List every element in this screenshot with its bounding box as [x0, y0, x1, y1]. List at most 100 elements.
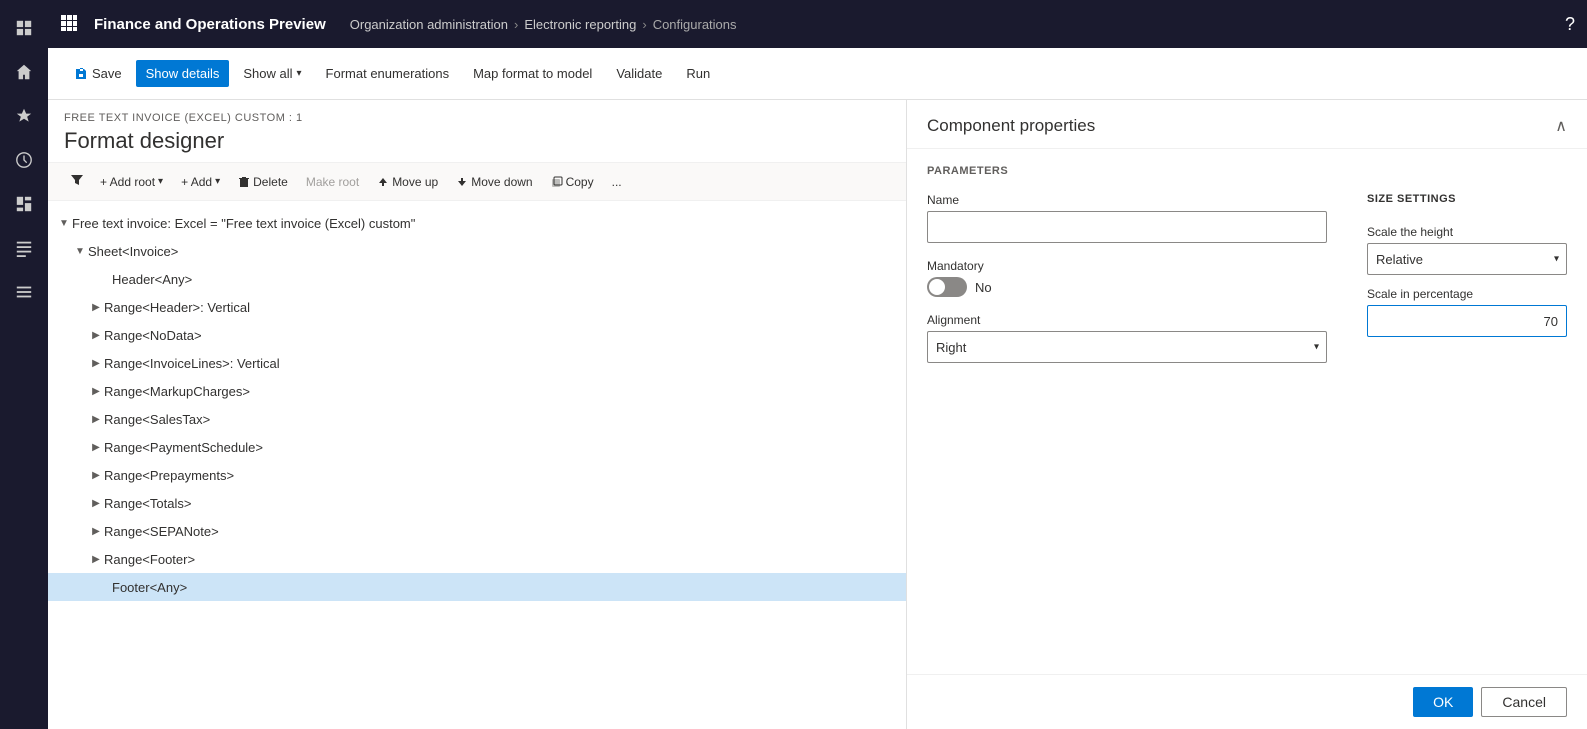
- move-down-button[interactable]: Move down: [448, 171, 540, 193]
- scale-height-select[interactable]: Relative Absolute None: [1367, 243, 1567, 275]
- ok-button[interactable]: OK: [1413, 687, 1473, 717]
- tree-item[interactable]: ▶ Range<MarkupCharges>: [48, 377, 906, 405]
- section-header: Parameters: [927, 165, 1567, 177]
- properties-footer: OK Cancel: [907, 674, 1587, 729]
- alignment-select[interactable]: Left Center Right: [927, 331, 1327, 363]
- tree-item-selected[interactable]: ▶ Footer<Any>: [48, 573, 906, 601]
- tree-item[interactable]: ▶ Range<Totals>: [48, 489, 906, 517]
- breadcrumb-sep-2: ›: [642, 17, 646, 32]
- nav-workspace-icon[interactable]: [4, 184, 44, 224]
- tree-item[interactable]: ▶ Range<SEPANote>: [48, 517, 906, 545]
- app-title: Finance and Operations Preview: [94, 16, 326, 33]
- tree-arrow: ▶: [88, 523, 104, 539]
- properties-title: Component properties: [927, 116, 1095, 136]
- scale-pct-input[interactable]: [1367, 305, 1567, 337]
- size-settings-label: SIZE SETTINGS: [1367, 193, 1567, 205]
- tree-item[interactable]: ▶ Range<NoData>: [48, 321, 906, 349]
- move-up-button[interactable]: Move up: [369, 171, 446, 193]
- tree-label: Range<InvoiceLines>: Vertical: [104, 356, 898, 371]
- top-bar: Finance and Operations Preview Organizat…: [48, 0, 1587, 48]
- help-icon[interactable]: ?: [1565, 14, 1575, 35]
- breadcrumb-sep-1: ›: [514, 17, 518, 32]
- make-root-button[interactable]: Make root: [298, 171, 367, 193]
- nav-rail: [0, 0, 48, 729]
- move-down-label: Move down: [471, 175, 532, 189]
- collapse-button[interactable]: ∧: [1555, 116, 1567, 136]
- more-label: ...: [612, 175, 622, 189]
- tree-item[interactable]: ▶ Range<PaymentSchedule>: [48, 433, 906, 461]
- tree-label: Range<Header>: Vertical: [104, 300, 898, 315]
- designer-header: FREE TEXT INVOICE (EXCEL) CUSTOM : 1 For…: [48, 100, 906, 163]
- scale-pct-label: Scale in percentage: [1367, 287, 1567, 301]
- toggle-group: No: [927, 277, 1327, 297]
- copy-button[interactable]: Copy: [543, 171, 602, 193]
- breadcrumb-org[interactable]: Organization administration: [350, 17, 508, 32]
- alignment-field-group: Alignment Left Center Right ▾: [927, 313, 1327, 363]
- tree-item[interactable]: ▶ Header<Any>: [48, 265, 906, 293]
- tree-arrow: ▶: [88, 495, 104, 511]
- add-root-label: + Add root: [100, 175, 155, 189]
- mandatory-toggle[interactable]: [927, 277, 967, 297]
- run-button[interactable]: Run: [676, 60, 720, 87]
- tree-label: Range<SEPANote>: [104, 524, 898, 539]
- tree-arrow: ▶: [88, 411, 104, 427]
- app-grid-icon[interactable]: [60, 14, 78, 35]
- tree-toolbar: + Add root ▾ + Add ▾ Delete Make root Mo…: [48, 163, 906, 201]
- tree-item[interactable]: ▼ Sheet<Invoice>: [48, 237, 906, 265]
- delete-button[interactable]: Delete: [230, 171, 296, 193]
- tree-label: Free text invoice: Excel = "Free text in…: [72, 216, 898, 231]
- add-root-button[interactable]: + Add root ▾: [92, 171, 171, 193]
- copy-label: Copy: [566, 175, 594, 189]
- tree-item[interactable]: ▼ Free text invoice: Excel = "Free text …: [48, 209, 906, 237]
- toolbar: Save Show details Show all ▾ Format enum…: [48, 48, 1587, 100]
- scale-height-field-group: Scale the height Relative Absolute None …: [1367, 225, 1567, 275]
- format-enumerations-label: Format enumerations: [326, 66, 450, 81]
- tree-item[interactable]: ▶ Range<Prepayments>: [48, 461, 906, 489]
- save-button[interactable]: Save: [64, 60, 132, 87]
- show-details-label: Show details: [146, 66, 220, 81]
- show-all-arrow: ▾: [297, 68, 302, 79]
- tree-label: Range<NoData>: [104, 328, 898, 343]
- tree-arrow: ▶: [88, 551, 104, 567]
- breadcrumb-er[interactable]: Electronic reporting: [524, 17, 636, 32]
- tree-item[interactable]: ▶ Range<InvoiceLines>: Vertical: [48, 349, 906, 377]
- show-details-button[interactable]: Show details: [136, 60, 230, 87]
- tree-item[interactable]: ▶ Range<SalesTax>: [48, 405, 906, 433]
- map-format-button[interactable]: Map format to model: [463, 60, 602, 87]
- add-button[interactable]: + Add ▾: [173, 171, 228, 193]
- tree-arrow: ▶: [88, 467, 104, 483]
- cancel-button[interactable]: Cancel: [1481, 687, 1567, 717]
- nav-hamburger-icon[interactable]: [4, 272, 44, 312]
- scale-height-select-wrapper: Relative Absolute None ▾: [1367, 243, 1567, 275]
- show-all-button[interactable]: Show all ▾: [233, 60, 311, 87]
- tree-container: ▼ Free text invoice: Excel = "Free text …: [48, 201, 906, 729]
- nav-recent-icon[interactable]: [4, 140, 44, 180]
- format-enumerations-button[interactable]: Format enumerations: [316, 60, 460, 87]
- breadcrumb-config[interactable]: Configurations: [653, 17, 737, 32]
- tree-item[interactable]: ▶ Range<Footer>: [48, 545, 906, 573]
- nav-grid-icon[interactable]: [4, 8, 44, 48]
- make-root-label: Make root: [306, 175, 359, 189]
- breadcrumb: Organization administration › Electronic…: [350, 17, 737, 32]
- mandatory-label: Mandatory: [927, 259, 1327, 273]
- scale-height-label: Scale the height: [1367, 225, 1567, 239]
- name-label: Name: [927, 193, 1327, 207]
- tree-label: Range<SalesTax>: [104, 412, 898, 427]
- tree-item[interactable]: ▶ Range<Header>: Vertical: [48, 293, 906, 321]
- tree-label: Range<Prepayments>: [104, 468, 898, 483]
- nav-star-icon[interactable]: [4, 96, 44, 136]
- run-label: Run: [686, 66, 710, 81]
- properties-panel: Component properties ∧ Parameters Name: [907, 100, 1587, 729]
- tree-label: Range<MarkupCharges>: [104, 384, 898, 399]
- name-input[interactable]: [927, 211, 1327, 243]
- nav-list-icon[interactable]: [4, 228, 44, 268]
- validate-button[interactable]: Validate: [606, 60, 672, 87]
- add-arrow: ▾: [215, 176, 220, 187]
- filter-button[interactable]: [64, 169, 90, 194]
- tree-label: Footer<Any>: [112, 580, 898, 595]
- nav-home-icon[interactable]: [4, 52, 44, 92]
- mandatory-text: No: [975, 280, 992, 295]
- more-button[interactable]: ...: [604, 171, 630, 193]
- validate-label: Validate: [616, 66, 662, 81]
- designer-panel: FREE TEXT INVOICE (EXCEL) CUSTOM : 1 For…: [48, 100, 907, 729]
